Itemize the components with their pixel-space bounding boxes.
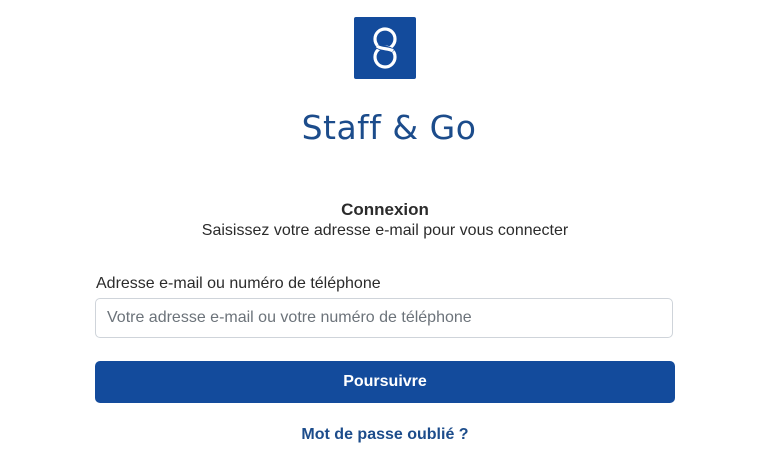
login-heading: Connexion xyxy=(341,200,429,219)
login-subheading: Saisissez votre adresse e-mail pour vous… xyxy=(201,222,569,239)
continue-button[interactable]: Poursuivre xyxy=(95,361,675,403)
forgot-password-link[interactable]: Mot de passe oublié ? xyxy=(0,426,770,444)
linked-rings-icon xyxy=(373,27,397,69)
brand-name: Staff & Go xyxy=(301,108,477,147)
email-or-phone-input[interactable] xyxy=(95,298,673,338)
brand-logo xyxy=(354,17,416,79)
email-field-label: Adresse e-mail ou numéro de téléphone xyxy=(96,275,381,292)
